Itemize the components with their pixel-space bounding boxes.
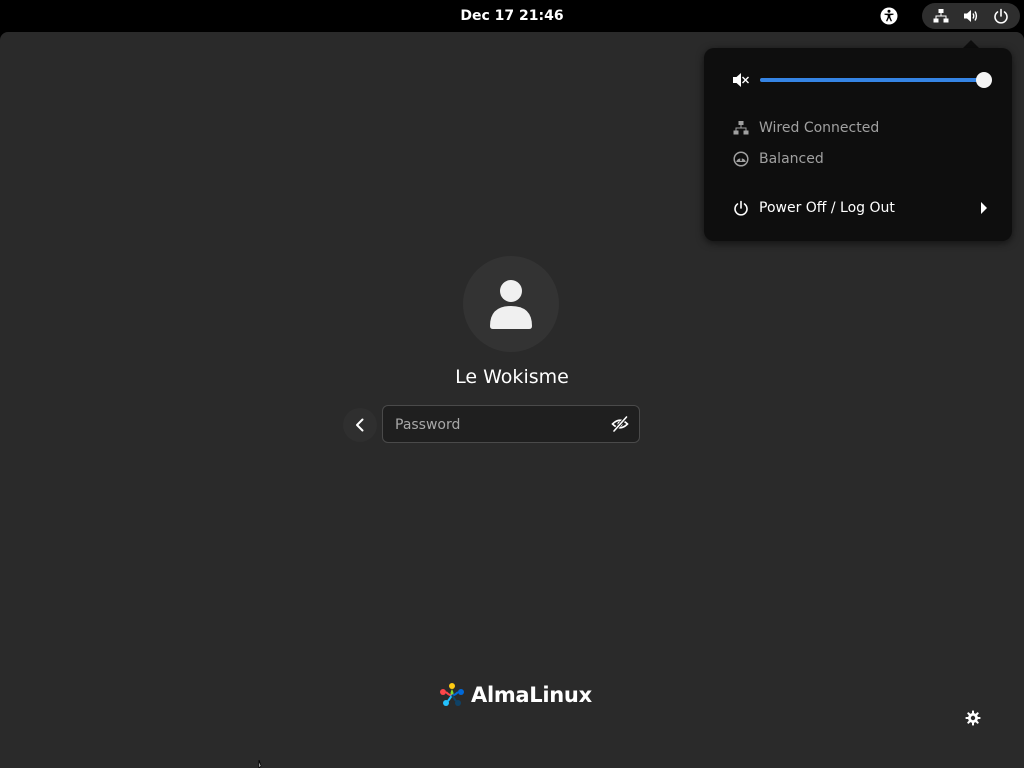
menu-item-power-off[interactable]: Power Off / Log Out [732, 197, 992, 219]
back-button[interactable] [343, 408, 377, 442]
network-wired-icon [732, 119, 750, 137]
user-name: Le Wokisme [455, 366, 569, 388]
system-menu: Wired Connected Balanced Power Off / Log… [704, 48, 1012, 241]
submenu-arrow-icon [981, 202, 987, 214]
volume-slider-fill [760, 78, 984, 82]
volume-slider-handle[interactable] [976, 72, 992, 88]
clock[interactable]: Dec 17 21:46 [460, 8, 563, 24]
menu-item-power-profile[interactable]: Balanced [732, 148, 992, 170]
menu-item-label: Balanced [759, 151, 824, 167]
password-field[interactable] [382, 405, 640, 444]
volume-icon [961, 6, 981, 26]
power-profile-icon [732, 150, 750, 168]
system-status-button[interactable] [922, 3, 1020, 29]
accessibility-button[interactable] [876, 4, 902, 28]
almalinux-logo-icon [440, 683, 464, 706]
top-bar: Dec 17 21:46 [0, 0, 1024, 32]
volume-row [732, 68, 992, 92]
menu-item-label: Wired Connected [759, 120, 880, 136]
menu-item-label: Power Off / Log Out [759, 200, 895, 216]
password-input[interactable] [393, 406, 607, 444]
volume-muted-icon[interactable] [732, 71, 750, 89]
gear-icon [965, 710, 981, 726]
mouse-cursor-icon [258, 760, 262, 768]
user-avatar [463, 256, 559, 352]
power-icon [991, 6, 1011, 26]
menu-item-wired[interactable]: Wired Connected [732, 117, 992, 139]
chevron-left-icon [356, 418, 364, 432]
eye-slash-icon[interactable] [611, 415, 629, 433]
logo-text: AlmaLinux [471, 683, 592, 707]
network-wired-icon [931, 6, 951, 26]
power-icon [732, 199, 750, 217]
almalinux-logo: AlmaLinux [437, 680, 592, 710]
accessibility-icon [880, 7, 898, 25]
user-avatar-icon [490, 280, 532, 329]
session-settings-button[interactable] [959, 704, 987, 732]
volume-slider[interactable] [760, 72, 992, 88]
